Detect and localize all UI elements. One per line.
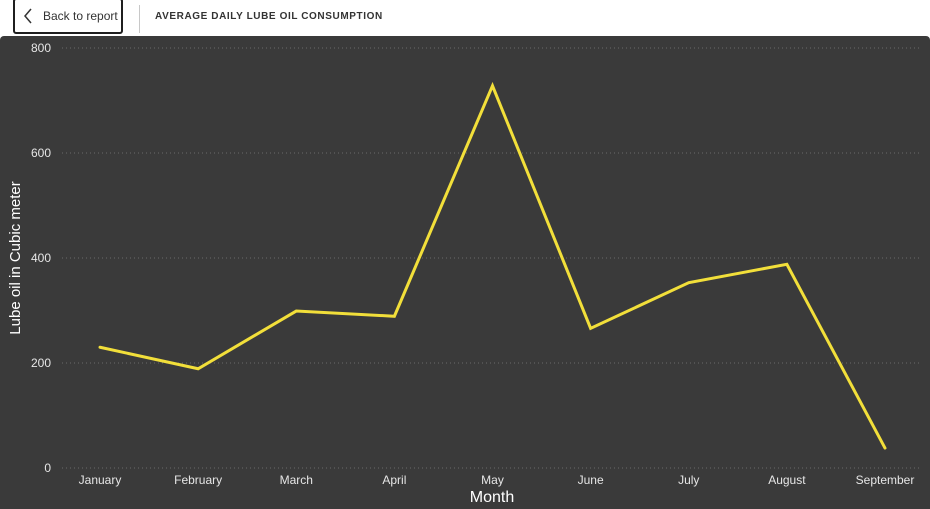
x-tick-label: September (856, 473, 915, 487)
data-point[interactable] (685, 279, 693, 287)
back-to-report-button[interactable]: Back to report (13, 0, 123, 34)
data-point[interactable] (390, 312, 398, 320)
header-divider (139, 5, 140, 33)
y-tick-label: 0 (44, 461, 51, 475)
data-point[interactable] (194, 365, 202, 373)
grid-lines (62, 47, 922, 469)
x-tick-label: August (768, 473, 806, 487)
x-tick-label: March (280, 473, 313, 487)
line-chart: 0 200 400 600 800 January February March April M… (7, 41, 922, 506)
data-point[interactable] (96, 343, 104, 351)
page-title: AVERAGE DAILY LUBE OIL CONSUMPTION (155, 11, 383, 22)
y-axis-ticks: 0 200 400 600 800 (31, 41, 51, 475)
data-point[interactable] (587, 324, 595, 332)
y-tick-label: 200 (31, 356, 51, 370)
data-point[interactable] (489, 82, 497, 90)
y-tick-label: 600 (31, 146, 51, 160)
x-tick-label: April (382, 473, 406, 487)
data-point[interactable] (292, 307, 300, 315)
data-point[interactable] (881, 444, 889, 452)
series-layer (96, 81, 889, 452)
series-line[interactable] (98, 81, 887, 450)
chevron-left-icon (17, 6, 39, 26)
x-axis-title: Month (470, 489, 514, 506)
chart-panel: 0 200 400 600 800 January February March April M… (0, 36, 930, 509)
x-tick-label: February (174, 473, 222, 487)
x-tick-label: July (678, 473, 699, 487)
y-tick-label: 800 (31, 41, 51, 55)
data-point[interactable] (783, 260, 791, 268)
back-button-label: Back to report (43, 9, 118, 23)
x-tick-label: May (481, 473, 504, 487)
y-axis-title: Lube oil in Cubic meter (7, 181, 24, 334)
x-axis-categories: January February March April May June July Augu… (79, 473, 915, 487)
y-tick-label: 400 (31, 251, 51, 265)
top-bar: Back to report AVERAGE DAILY LUBE OIL CO… (0, 0, 930, 36)
x-tick-label: June (578, 473, 604, 487)
x-tick-label: January (79, 473, 122, 487)
